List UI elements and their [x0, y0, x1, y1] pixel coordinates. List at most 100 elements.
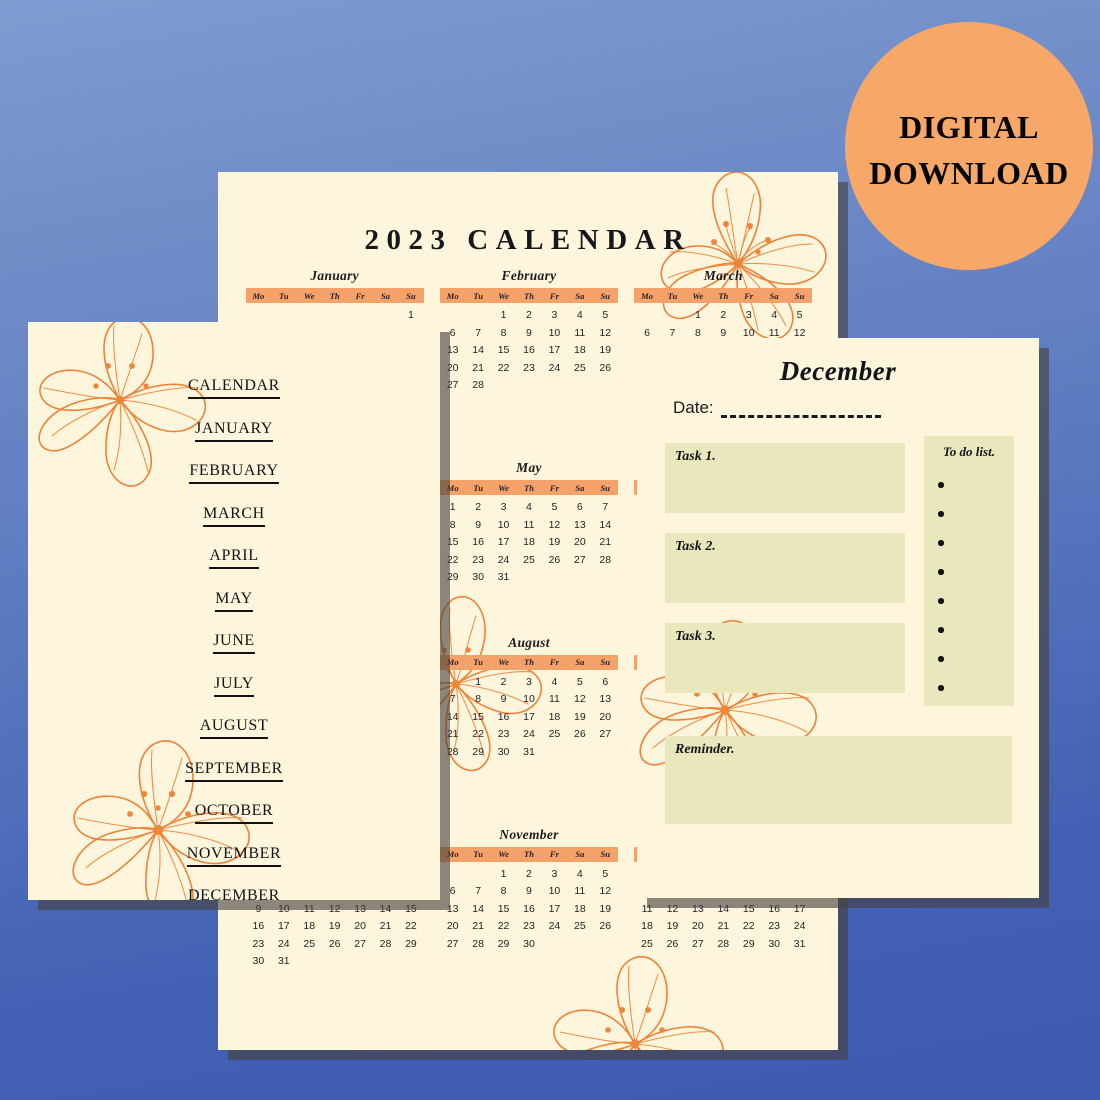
day-cell[interactable]: 15 [736, 902, 761, 917]
day-cell[interactable]: 1 [685, 308, 710, 323]
day-cell[interactable]: 28 [440, 745, 465, 760]
day-cell[interactable]: 7 [465, 884, 490, 899]
todo-list-item[interactable] [938, 681, 1014, 710]
day-cell[interactable]: 25 [567, 361, 592, 376]
day-cell[interactable]: 16 [761, 902, 786, 917]
day-cell[interactable]: 9 [246, 902, 271, 917]
day-cell[interactable]: 11 [516, 518, 541, 533]
day-cell[interactable]: 6 [567, 500, 592, 515]
day-cell[interactable]: 22 [491, 919, 516, 934]
day-cell[interactable]: 23 [761, 919, 786, 934]
toc-item-march[interactable]: March [28, 498, 440, 527]
day-cell[interactable]: 6 [440, 884, 465, 899]
day-cell[interactable]: 13 [347, 902, 372, 917]
day-cell[interactable]: 26 [593, 361, 618, 376]
day-cell[interactable]: 12 [567, 692, 592, 707]
day-cell[interactable]: 29 [440, 570, 465, 585]
toc-item-august[interactable]: August [28, 710, 440, 739]
day-cell[interactable]: 10 [516, 692, 541, 707]
day-cell[interactable]: 22 [398, 919, 423, 934]
day-cell[interactable]: 20 [440, 361, 465, 376]
task-2-box[interactable]: Task 2. [665, 533, 905, 603]
day-cell[interactable]: 17 [271, 919, 296, 934]
day-cell[interactable]: 5 [542, 500, 567, 515]
day-cell[interactable]: 29 [736, 937, 761, 952]
day-cell[interactable]: 24 [491, 553, 516, 568]
day-cell[interactable]: 12 [542, 518, 567, 533]
day-cell[interactable]: 18 [634, 919, 659, 934]
day-cell[interactable]: 20 [593, 710, 618, 725]
day-cell[interactable]: 27 [593, 727, 618, 742]
day-cell[interactable]: 13 [567, 518, 592, 533]
toc-item-february[interactable]: February [28, 455, 440, 484]
day-cell[interactable]: 11 [567, 884, 592, 899]
day-cell[interactable]: 5 [593, 308, 618, 323]
day-cell[interactable]: 28 [593, 553, 618, 568]
day-cell[interactable]: 6 [593, 675, 618, 690]
task-1-box[interactable]: Task 1. [665, 443, 905, 513]
day-cell[interactable]: 18 [516, 535, 541, 550]
day-cell[interactable]: 25 [516, 553, 541, 568]
toc-item-july[interactable]: July [28, 668, 440, 697]
day-cell[interactable]: 27 [440, 937, 465, 952]
day-cell[interactable]: 17 [516, 710, 541, 725]
day-cell[interactable]: 3 [542, 308, 567, 323]
toc-item-may[interactable]: May [28, 583, 440, 612]
day-cell[interactable]: 31 [491, 570, 516, 585]
day-cell[interactable]: 22 [736, 919, 761, 934]
day-cell[interactable]: 14 [465, 343, 490, 358]
day-cell[interactable]: 26 [567, 727, 592, 742]
day-cell[interactable]: 27 [685, 937, 710, 952]
day-cell[interactable]: 11 [634, 902, 659, 917]
day-cell[interactable]: 6 [440, 326, 465, 341]
day-cell[interactable]: 2 [516, 308, 541, 323]
day-cell[interactable]: 7 [465, 326, 490, 341]
day-cell[interactable]: 9 [516, 326, 541, 341]
day-cell[interactable]: 2 [465, 500, 490, 515]
toc-item-january[interactable]: January [28, 413, 440, 442]
day-cell[interactable]: 16 [491, 710, 516, 725]
day-cell[interactable]: 1 [491, 308, 516, 323]
todo-list-item[interactable] [938, 565, 1014, 594]
day-cell[interactable]: 10 [491, 518, 516, 533]
toc-item-calendar[interactable]: Calendar [28, 370, 440, 399]
day-cell[interactable]: 30 [516, 937, 541, 952]
day-cell[interactable]: 30 [491, 745, 516, 760]
date-input-line[interactable] [720, 409, 881, 418]
day-cell[interactable]: 24 [787, 919, 812, 934]
day-cell[interactable]: 11 [297, 902, 322, 917]
day-cell[interactable]: 2 [516, 867, 541, 882]
todo-list-item[interactable] [938, 536, 1014, 565]
day-cell[interactable]: 3 [542, 867, 567, 882]
day-cell[interactable]: 15 [398, 902, 423, 917]
day-cell[interactable]: 18 [297, 919, 322, 934]
day-cell[interactable]: 22 [491, 361, 516, 376]
day-cell[interactable]: 1 [465, 675, 490, 690]
day-cell[interactable]: 17 [787, 902, 812, 917]
day-cell[interactable]: 10 [542, 326, 567, 341]
day-cell[interactable]: 19 [322, 919, 347, 934]
day-cell[interactable]: 23 [516, 361, 541, 376]
day-cell[interactable]: 20 [685, 919, 710, 934]
day-cell[interactable]: 7 [593, 500, 618, 515]
day-cell[interactable]: 9 [491, 692, 516, 707]
day-cell[interactable]: 30 [246, 954, 271, 969]
todo-list-item[interactable] [938, 594, 1014, 623]
day-cell[interactable]: 27 [567, 553, 592, 568]
todo-list-item[interactable] [938, 507, 1014, 536]
day-cell[interactable]: 21 [593, 535, 618, 550]
day-cell[interactable]: 27 [440, 378, 465, 393]
day-cell[interactable]: 12 [593, 326, 618, 341]
day-cell[interactable]: 25 [567, 919, 592, 934]
day-cell[interactable]: 14 [711, 902, 736, 917]
day-cell[interactable]: 22 [440, 553, 465, 568]
day-cell[interactable]: 23 [465, 553, 490, 568]
todo-list-item[interactable] [938, 623, 1014, 652]
day-cell[interactable]: 24 [271, 937, 296, 952]
day-cell[interactable]: 4 [567, 867, 592, 882]
task-3-box[interactable]: Task 3. [665, 623, 905, 693]
day-cell[interactable]: 16 [246, 919, 271, 934]
day-cell[interactable]: 28 [711, 937, 736, 952]
day-cell[interactable]: 25 [297, 937, 322, 952]
day-cell[interactable]: 26 [542, 553, 567, 568]
